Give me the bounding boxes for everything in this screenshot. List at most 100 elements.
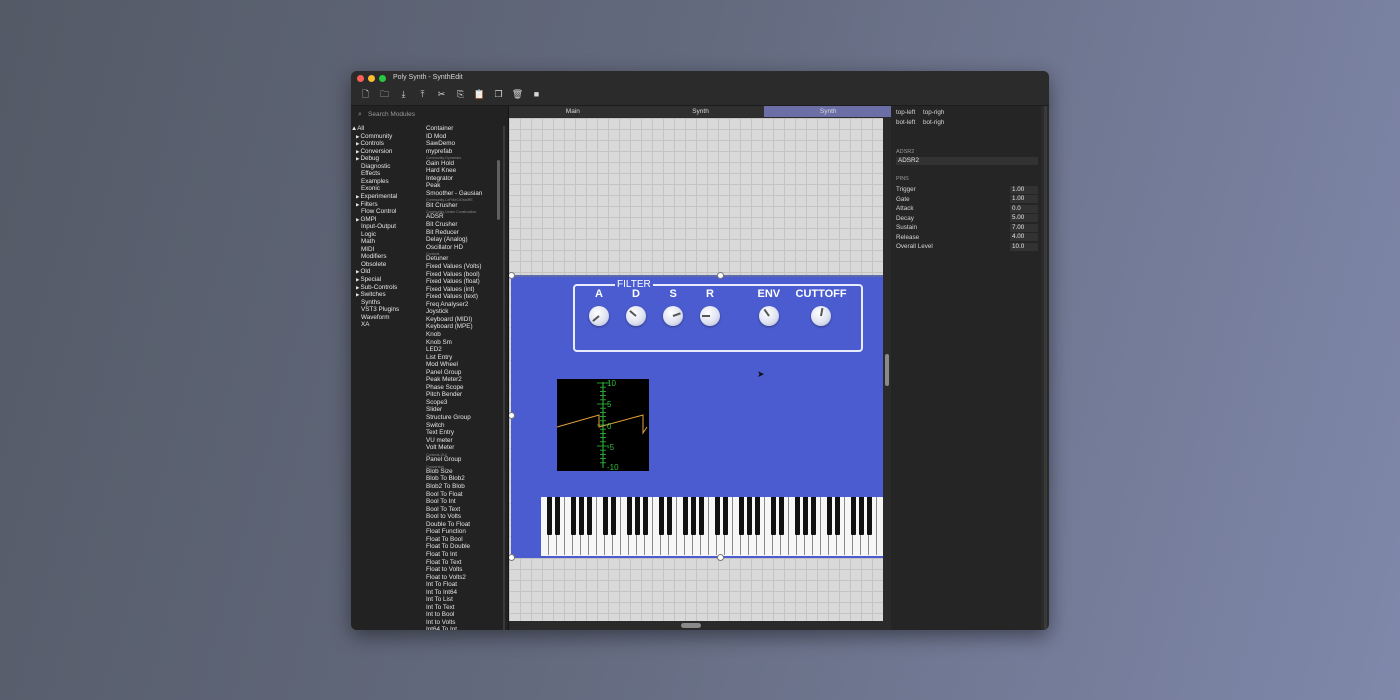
category-flow-control[interactable]: Flow Control: [361, 208, 396, 215]
black-key[interactable]: [770, 497, 776, 535]
black-key[interactable]: [802, 497, 808, 535]
stop-icon[interactable]: ■: [530, 88, 543, 101]
pin-value-field[interactable]: 0.0: [1010, 204, 1038, 213]
module-item[interactable]: ADSR: [426, 213, 444, 220]
black-key[interactable]: [658, 497, 664, 535]
canvas-horizontal-scrollbar[interactable]: [509, 621, 891, 630]
oscilloscope[interactable]: 10 5 0 -5 -10: [556, 379, 649, 472]
category-sub-controls[interactable]: ▶Sub-Controls: [356, 284, 397, 291]
black-key[interactable]: [682, 497, 688, 535]
category-conversion[interactable]: ▶Conversion: [356, 148, 392, 155]
pin-value-field[interactable]: 5.00: [1010, 214, 1038, 222]
module-item[interactable]: Float Function: [426, 528, 466, 535]
module-item[interactable]: Integrator: [426, 175, 453, 182]
module-item[interactable]: Keyboard (MIDI): [426, 316, 472, 323]
module-item[interactable]: Blob2 To Blob: [426, 483, 465, 490]
synth-panel[interactable]: FILTER A D S R ENV CUTTOFF 10 5 0 -5 -10: [511, 275, 883, 558]
module-item[interactable]: SawDemo: [426, 140, 455, 147]
knob-s[interactable]: [663, 306, 683, 326]
category-special[interactable]: ▶Special: [356, 276, 381, 283]
black-key[interactable]: [858, 497, 864, 535]
module-item[interactable]: Int To Float: [426, 581, 457, 588]
expand-arrow-icon[interactable]: ▶: [356, 285, 359, 290]
align-bottom-left[interactable]: bot-left: [896, 119, 915, 126]
pin-value-field[interactable]: 10.0: [1010, 242, 1038, 251]
black-key[interactable]: [554, 497, 560, 535]
category-experimental[interactable]: ▶Experimental: [356, 193, 397, 200]
module-item[interactable]: Peak: [426, 182, 440, 189]
category-input-output[interactable]: Input-Output: [361, 223, 396, 230]
module-item[interactable]: Bool To Int: [426, 498, 456, 505]
import-icon[interactable]: ⤓: [397, 88, 410, 101]
expand-arrow-icon[interactable]: ▶: [356, 194, 359, 199]
module-item[interactable]: Float To Text: [426, 559, 461, 566]
module-item[interactable]: Int To Text: [426, 604, 454, 611]
black-key[interactable]: [794, 497, 800, 535]
category-xa[interactable]: XA: [361, 321, 369, 328]
expand-arrow-icon[interactable]: ▶: [356, 141, 359, 146]
module-item[interactable]: Peak Meter2: [426, 376, 462, 383]
category-examples[interactable]: Examples: [361, 178, 389, 185]
category-community[interactable]: ▶Community: [356, 133, 392, 140]
black-key[interactable]: [714, 497, 720, 535]
delete-icon[interactable]: 🗑: [511, 88, 524, 101]
module-item[interactable]: Int to Bool: [426, 611, 454, 618]
tab-main-1[interactable]: Main: [509, 106, 637, 117]
module-item[interactable]: Bit Crusher: [426, 202, 458, 209]
pin-value-field[interactable]: 7.00: [1010, 223, 1038, 232]
module-item[interactable]: Blob Size: [426, 468, 453, 475]
module-item[interactable]: Phase Scope: [426, 384, 463, 391]
module-item[interactable]: Fixed Values (float): [426, 278, 480, 285]
pane-divider[interactable]: [503, 126, 505, 630]
new-file-icon[interactable]: 🗋: [359, 88, 372, 101]
module-item[interactable]: Keyboard (MPE): [426, 323, 473, 330]
category-modifiers[interactable]: Modifiers: [361, 253, 387, 260]
minimize-window-button[interactable]: [368, 75, 375, 82]
black-key[interactable]: [778, 497, 784, 535]
expand-arrow-icon[interactable]: ▶: [356, 202, 359, 207]
expand-arrow-icon[interactable]: ▶: [356, 277, 359, 282]
module-item[interactable]: Bool to Volts: [426, 513, 461, 520]
module-item[interactable]: Freq Analyser2: [426, 301, 468, 308]
module-item[interactable]: myprefab: [426, 148, 452, 155]
module-item[interactable]: Switch: [426, 422, 445, 429]
module-item[interactable]: LED2: [426, 346, 442, 353]
close-window-button[interactable]: [357, 75, 364, 82]
black-key[interactable]: [810, 497, 816, 535]
black-key[interactable]: [850, 497, 856, 535]
module-item[interactable]: Panel Group: [426, 369, 461, 376]
category-gmpi[interactable]: ▶GMPI: [356, 216, 377, 223]
export-icon[interactable]: ⤒: [416, 88, 429, 101]
zoom-window-button[interactable]: [379, 75, 386, 82]
module-item[interactable]: Int64 To Int: [426, 626, 457, 630]
black-key[interactable]: [626, 497, 632, 535]
category-effects[interactable]: Effects: [361, 170, 380, 177]
copy-icon[interactable]: ⎘: [454, 88, 467, 101]
category-obsolete[interactable]: Obsolete: [361, 261, 386, 268]
black-key[interactable]: [866, 497, 872, 535]
module-item[interactable]: Scope3: [426, 399, 447, 406]
module-item[interactable]: Container: [426, 125, 453, 132]
module-item[interactable]: Int To Int64: [426, 589, 457, 596]
black-key[interactable]: [634, 497, 640, 535]
black-key[interactable]: [738, 497, 744, 535]
module-item[interactable]: Int To List: [426, 596, 453, 603]
inspector-scrollbar[interactable]: [1044, 106, 1047, 630]
search-modules-input[interactable]: ⌕ Search Modules: [354, 110, 504, 121]
black-key[interactable]: [834, 497, 840, 535]
open-folder-icon[interactable]: 🗀: [378, 88, 391, 101]
black-key[interactable]: [570, 497, 576, 535]
category-controls[interactable]: ▶Controls: [356, 140, 384, 147]
module-item[interactable]: Double To Float: [426, 521, 470, 528]
module-item[interactable]: Fixed Values (Volts): [426, 263, 482, 270]
module-item[interactable]: Oscillator HD: [426, 244, 463, 251]
category-debug[interactable]: ▶Debug: [356, 155, 379, 162]
module-item[interactable]: Float to Volts2: [426, 574, 466, 581]
module-item[interactable]: Fixed Values (text): [426, 293, 478, 300]
module-item[interactable]: Smoother - Gausian: [426, 190, 482, 197]
expand-arrow-icon[interactable]: ▶: [356, 292, 359, 297]
tab-synth-3[interactable]: Synth: [764, 106, 893, 117]
panel-editor-canvas[interactable]: FILTER ADSRENVCUTTOFF 10 5 0 -5 -10: [509, 118, 883, 621]
module-item[interactable]: Mod Wheel: [426, 361, 458, 368]
module-item[interactable]: Joystick: [426, 308, 448, 315]
